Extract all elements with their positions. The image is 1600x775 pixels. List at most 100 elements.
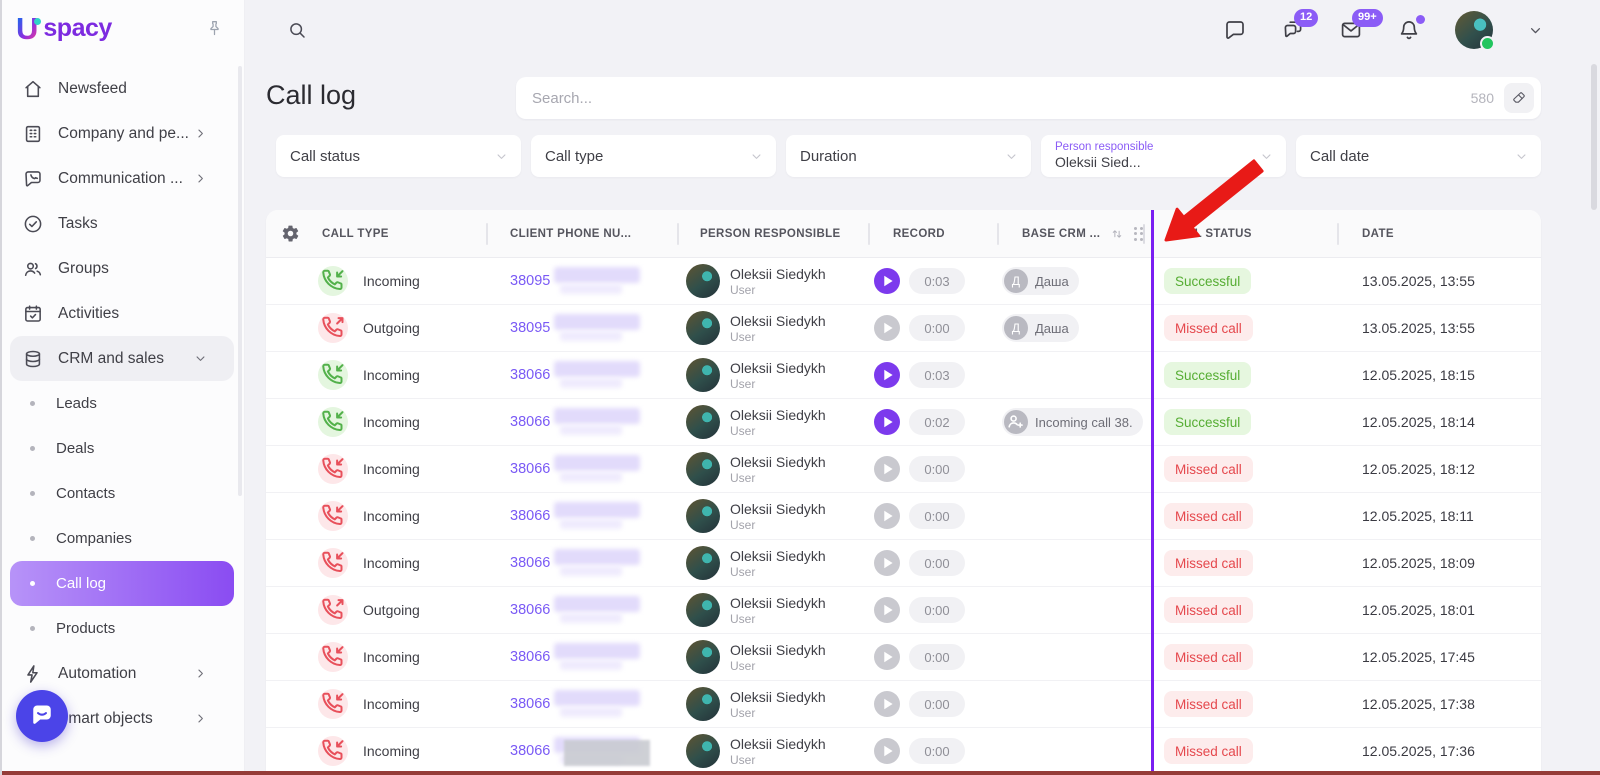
phone-number-link[interactable]: 38066	[510, 602, 550, 618]
person-name: Oleksii Siedykh	[730, 735, 826, 753]
record-duration: 0:03	[909, 268, 965, 294]
phone-number-link[interactable]: 38066	[510, 649, 550, 665]
table-row[interactable]: Incoming38066Oleksii SiedykhUser0:00Miss…	[266, 728, 1541, 775]
column-header-call_type[interactable]: CALL TYPE	[314, 210, 486, 257]
mail-icon[interactable]: 99+	[1339, 18, 1363, 42]
pin-sidebar-icon[interactable]	[205, 19, 224, 38]
search-input[interactable]	[532, 90, 1471, 107]
chevron-right-icon	[193, 171, 208, 186]
column-header-person[interactable]: PERSON RESPONSIBLE	[677, 210, 868, 257]
play-button[interactable]	[874, 644, 900, 670]
sidebar-item-deals[interactable]: Deals	[10, 426, 234, 471]
person-cell: Oleksii SiedykhUser	[677, 352, 868, 398]
call-type-cell: Incoming	[314, 446, 486, 492]
play-button[interactable]	[874, 691, 900, 717]
sidebar-item-companies[interactable]: Companies	[10, 516, 234, 561]
play-button[interactable]	[874, 362, 900, 388]
phone-number-link[interactable]: 38066	[510, 555, 550, 571]
user-avatar[interactable]	[1455, 11, 1493, 49]
record-cell: 0:03	[868, 258, 997, 304]
notifications-bell-icon[interactable]	[1397, 18, 1421, 42]
column-header-date[interactable]: DATE	[1337, 210, 1541, 257]
chevron-down-icon[interactable]	[1527, 22, 1544, 39]
sidebar-item-crm-and-sales[interactable]: CRM and sales	[10, 336, 234, 381]
call-type-label: Incoming	[363, 696, 420, 712]
table-row[interactable]: Incoming38066Oleksii SiedykhUser0:02Inco…	[266, 399, 1541, 446]
sidebar-item-tasks[interactable]: Tasks	[10, 201, 234, 246]
blur-shape	[560, 284, 622, 294]
play-button[interactable]	[874, 597, 900, 623]
chats-icon[interactable]: 12	[1281, 18, 1305, 42]
record-duration: 0:00	[909, 691, 965, 717]
filter-duration[interactable]: Duration	[786, 135, 1031, 177]
phone-number-link[interactable]: 38066	[510, 696, 550, 712]
column-header-phone[interactable]: CLIENT PHONE NU...	[486, 210, 677, 257]
phone-number-link[interactable]: 38066	[510, 367, 550, 383]
logo[interactable]: U spacy	[0, 0, 244, 56]
crm-entity-chip[interactable]: ДДаша	[1002, 314, 1079, 342]
sidebar-item-communication[interactable]: Communication ...	[10, 156, 234, 201]
clear-search-button[interactable]	[1504, 83, 1534, 113]
table-row[interactable]: Incoming38066Oleksii SiedykhUser0:03Succ…	[266, 352, 1541, 399]
phone-number-link[interactable]: 38066	[510, 743, 550, 759]
phone-number-link[interactable]: 38066	[510, 461, 550, 477]
sidebar-item-company-and-people[interactable]: Company and pe...	[10, 111, 234, 156]
person-cell: Oleksii SiedykhUser	[677, 634, 868, 680]
play-button[interactable]	[874, 550, 900, 576]
crm-entity-chip[interactable]: Incoming call 38.	[1002, 408, 1143, 436]
person-role: User	[730, 565, 826, 579]
phone-number-link[interactable]: 38095	[510, 320, 550, 336]
drag-handle-icon[interactable]	[1134, 227, 1143, 241]
filter-person-responsible[interactable]: Person responsibleOleksii Sied...	[1041, 135, 1286, 177]
table-row[interactable]: Incoming38066Oleksii SiedykhUser0:00Miss…	[266, 540, 1541, 587]
play-button[interactable]	[874, 409, 900, 435]
sidebar-item-groups[interactable]: Groups	[10, 246, 234, 291]
table-settings-button[interactable]	[266, 210, 314, 257]
table-row[interactable]: Incoming38066Oleksii SiedykhUser0:00Miss…	[266, 493, 1541, 540]
sidebar-item-contacts[interactable]: Contacts	[10, 471, 234, 516]
sidebar-item-products[interactable]: Products	[10, 606, 234, 651]
record-duration: 0:02	[909, 409, 965, 435]
search-icon[interactable]	[287, 20, 307, 40]
phone-number-link[interactable]: 38066	[510, 508, 550, 524]
crm-stack-icon	[22, 348, 44, 370]
phone-number-link[interactable]: 38066	[510, 414, 550, 430]
mail-count-badge: 99+	[1352, 9, 1383, 27]
filter-call-date[interactable]: Call date	[1296, 135, 1541, 177]
sidebar-scrollbar[interactable]	[238, 66, 242, 496]
comments-icon[interactable]	[1223, 18, 1247, 42]
play-button[interactable]	[874, 268, 900, 294]
sidebar-item-activities[interactable]: Activities	[10, 291, 234, 336]
column-resize-handle[interactable]	[1143, 224, 1145, 244]
support-chat-button[interactable]	[16, 690, 68, 742]
column-header-base_crm[interactable]: BASE CRM ...	[997, 210, 1152, 257]
record-duration: 0:00	[909, 315, 965, 341]
page-scrollbar[interactable]	[1591, 64, 1597, 210]
phone-number-link[interactable]: 38095	[510, 273, 550, 289]
blur-shape	[554, 502, 640, 518]
sidebar-item-label: Newsfeed	[58, 80, 127, 98]
filter-call-type[interactable]: Call type	[531, 135, 776, 177]
play-button[interactable]	[874, 503, 900, 529]
lightning-icon	[22, 663, 44, 685]
table-row[interactable]: Incoming38066Oleksii SiedykhUser0:00Miss…	[266, 634, 1541, 681]
sidebar-item-call-log[interactable]: Call log	[10, 561, 234, 606]
sidebar-item-newsfeed[interactable]: Newsfeed	[10, 66, 234, 111]
table-row[interactable]: Incoming38066Oleksii SiedykhUser0:00Miss…	[266, 681, 1541, 728]
filter-call-status[interactable]: Call status	[276, 135, 521, 177]
play-button[interactable]	[874, 738, 900, 764]
table-row[interactable]: Outgoing38066Oleksii SiedykhUser0:00Miss…	[266, 587, 1541, 634]
phone-blur-patch	[552, 732, 652, 770]
play-button[interactable]	[874, 315, 900, 341]
table-row[interactable]: Incoming38066Oleksii SiedykhUser0:00Miss…	[266, 446, 1541, 493]
play-button[interactable]	[874, 456, 900, 482]
crm-entity-chip[interactable]: ДДаша	[1002, 267, 1079, 295]
column-header-call_status[interactable]: CALL STATUS	[1152, 210, 1337, 257]
table-row[interactable]: Incoming38095Oleksii SiedykhUser0:03ДДаш…	[266, 258, 1541, 305]
column-header-record[interactable]: RECORD	[868, 210, 997, 257]
column-drag-indicator	[1151, 210, 1154, 771]
table-row[interactable]: Outgoing38095Oleksii SiedykhUser0:00ДДаш…	[266, 305, 1541, 352]
sidebar-item-leads[interactable]: Leads	[10, 381, 234, 426]
base-crm-cell: ДДаша	[997, 305, 1152, 351]
person-name-group: Oleksii SiedykhUser	[730, 688, 826, 721]
